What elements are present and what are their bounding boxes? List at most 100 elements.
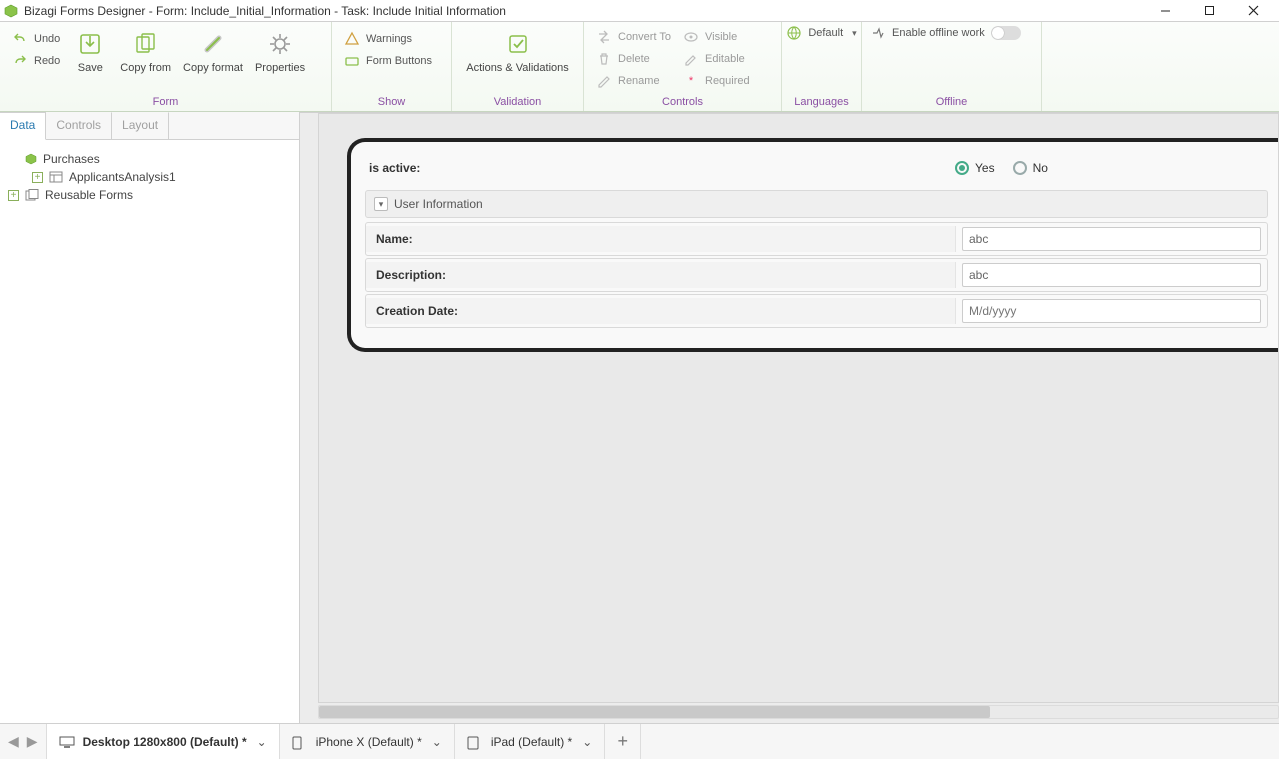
caret-down-icon: ▾ — [852, 28, 857, 39]
phone-icon — [292, 736, 308, 748]
tab-controls[interactable]: Controls — [46, 112, 112, 139]
name-label: Name: — [366, 226, 956, 252]
undo-button[interactable]: Undo — [10, 30, 62, 48]
editable-button[interactable]: Editable — [681, 50, 752, 68]
devtabs-prev-button[interactable]: ◀ — [6, 733, 21, 750]
actions-validations-label: Actions & Validations — [466, 62, 569, 74]
titlebar: Bizagi Forms Designer - Form: Include_In… — [0, 0, 1279, 22]
device-tab-desktop[interactable]: Desktop 1280x800 (Default) * ⌄ — [47, 724, 280, 759]
device-tab-desktop-label: Desktop 1280x800 (Default) * — [83, 735, 247, 749]
chevron-down-icon: ▾ — [374, 197, 388, 211]
delete-label: Delete — [618, 53, 650, 65]
forms-icon — [25, 189, 39, 201]
delete-button[interactable]: Delete — [594, 50, 673, 68]
tree-root-label: Purchases — [43, 152, 100, 166]
expand-icon[interactable]: + — [32, 172, 43, 183]
form-row-description[interactable]: Description: — [365, 258, 1268, 292]
ribbon-group-controls-label: Controls — [584, 94, 781, 111]
tab-data[interactable]: Data — [0, 112, 46, 140]
convert-to-label: Convert To — [618, 31, 671, 43]
copy-format-button[interactable]: Copy format — [177, 26, 249, 76]
chevron-down-icon[interactable]: ⌄ — [257, 735, 267, 749]
copy-from-icon — [130, 28, 162, 60]
entity-icon — [49, 171, 63, 183]
name-input[interactable] — [962, 227, 1261, 251]
device-tab-iphone[interactable]: iPhone X (Default) * ⌄ — [280, 724, 455, 759]
convert-to-icon — [596, 29, 612, 45]
save-label: Save — [78, 62, 103, 74]
actions-validations-button[interactable]: Actions & Validations — [460, 26, 575, 76]
app-icon — [4, 4, 18, 18]
desktop-icon — [59, 736, 75, 748]
properties-icon — [264, 28, 296, 60]
left-panel: Data Controls Layout Purchases + Applica… — [0, 112, 300, 723]
warnings-icon — [344, 31, 360, 47]
device-tab-iphone-label: iPhone X (Default) * — [316, 735, 422, 749]
radio-no[interactable] — [1013, 161, 1027, 175]
scrollbar-thumb[interactable] — [319, 706, 990, 718]
undo-icon — [12, 31, 28, 47]
language-default-dropdown[interactable]: Default▾ — [784, 24, 858, 42]
offline-toggle-switch[interactable] — [991, 26, 1021, 40]
properties-label: Properties — [255, 62, 305, 74]
copy-from-label: Copy from — [120, 62, 171, 74]
rename-label: Rename — [618, 75, 660, 87]
chevron-down-icon[interactable]: ⌄ — [582, 735, 592, 749]
copy-from-button[interactable]: Copy from — [114, 26, 177, 76]
data-tree: Purchases + ApplicantsAnalysis1 + Reusab… — [0, 140, 299, 214]
group-header-label: User Information — [394, 197, 483, 211]
device-tab-ipad[interactable]: iPad (Default) * ⌄ — [455, 724, 605, 759]
expand-icon[interactable]: + — [8, 190, 19, 201]
is-active-label: is active: — [365, 159, 955, 177]
tree-child-applicants[interactable]: + ApplicantsAnalysis1 — [8, 168, 291, 186]
enable-offline-label: Enable offline work — [892, 27, 985, 39]
save-button[interactable]: Save — [66, 26, 114, 76]
form-buttons-button[interactable]: Form Buttons — [342, 52, 434, 70]
window-title: Bizagi Forms Designer - Form: Include_In… — [24, 4, 506, 18]
ribbon-group-languages-label: Languages — [782, 94, 861, 111]
rename-button[interactable]: Rename — [594, 72, 673, 90]
form-row-name[interactable]: Name: — [365, 222, 1268, 256]
ribbon-group-show-label: Show — [332, 94, 451, 111]
enable-offline-toggle[interactable]: Enable offline work — [868, 24, 1023, 42]
left-panel-tabs: Data Controls Layout — [0, 112, 299, 140]
window-close-button[interactable] — [1231, 0, 1275, 22]
ribbon: Undo Redo Save Copy from Copy format — [0, 22, 1279, 112]
chevron-down-icon[interactable]: ⌄ — [432, 735, 442, 749]
actions-validations-icon — [502, 28, 534, 60]
copy-format-label: Copy format — [183, 62, 243, 74]
form-row-is-active[interactable]: is active: Yes No — [365, 152, 1268, 184]
visible-icon — [683, 29, 699, 45]
required-button[interactable]: * Required — [681, 72, 752, 90]
add-device-tab-button[interactable]: + — [605, 724, 641, 759]
devtabs-next-button[interactable]: ▶ — [25, 733, 40, 750]
warnings-label: Warnings — [366, 33, 412, 45]
form-row-creation-date[interactable]: Creation Date: — [365, 294, 1268, 328]
save-icon — [74, 28, 106, 60]
window-minimize-button[interactable] — [1143, 0, 1187, 22]
convert-to-button[interactable]: Convert To — [594, 28, 673, 46]
properties-button[interactable]: Properties — [249, 26, 311, 76]
device-tabs-bar: ◀ ▶ Desktop 1280x800 (Default) * ⌄ iPhon… — [0, 723, 1279, 759]
description-input[interactable] — [962, 263, 1261, 287]
copy-format-icon — [197, 28, 229, 60]
tree-root-purchases[interactable]: Purchases — [8, 150, 291, 168]
entity-cube-icon — [25, 153, 37, 165]
editable-icon — [683, 51, 699, 67]
editable-label: Editable — [705, 53, 745, 65]
horizontal-scrollbar[interactable] — [318, 705, 1279, 719]
tree-reusable-forms[interactable]: + Reusable Forms — [8, 186, 291, 204]
required-label: Required — [705, 75, 750, 87]
group-header-user-information[interactable]: ▾ User Information — [365, 190, 1268, 218]
globe-icon — [786, 25, 802, 41]
tablet-icon — [467, 736, 483, 748]
visible-button[interactable]: Visible — [681, 28, 752, 46]
warnings-button[interactable]: Warnings — [342, 30, 434, 48]
redo-label: Redo — [34, 55, 60, 67]
radio-yes[interactable] — [955, 161, 969, 175]
tab-layout[interactable]: Layout — [112, 112, 169, 139]
creation-date-input[interactable] — [962, 299, 1261, 323]
window-maximize-button[interactable] — [1187, 0, 1231, 22]
form-buttons-icon — [344, 53, 360, 69]
redo-button[interactable]: Redo — [10, 52, 62, 70]
